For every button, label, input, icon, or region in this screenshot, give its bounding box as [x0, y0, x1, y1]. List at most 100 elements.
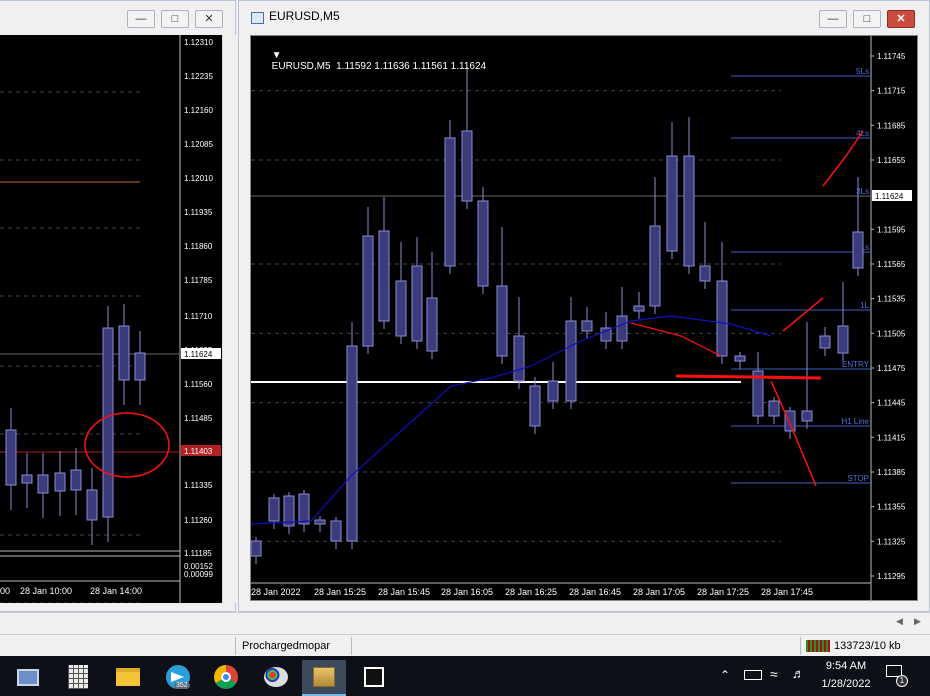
taskbar-metatrader-button[interactable]: [302, 660, 346, 694]
candle-body: [268, 497, 280, 522]
eurusd-chart-canvas[interactable]: 1.11745 1.11715 1.11685 1.11655 1.11595 1.115…: [250, 35, 918, 602]
chart-window-icon: [251, 12, 264, 24]
candle-body: [768, 400, 780, 417]
time-tick-label: 28 Jan 10:00: [20, 586, 72, 596]
telegram-paper-plane-icon: [171, 672, 184, 682]
candle-body: [102, 327, 114, 518]
minimize-button[interactable]: —: [127, 10, 155, 28]
status-divider: [351, 637, 352, 655]
candle-body: [819, 335, 831, 349]
left-vertical-scrollbar[interactable]: [222, 35, 236, 603]
price-tick-label: 1.11505: [877, 329, 906, 338]
taskbar-sticky-notes-button[interactable]: [352, 660, 396, 694]
clock-time[interactable]: 9:54 AM: [818, 660, 874, 672]
taskbar-calculator-button[interactable]: [56, 660, 100, 694]
eurusd-chart-svg: 1.11745 1.11715 1.11685 1.11655 1.11595 1.115…: [251, 36, 912, 602]
taskbar-explorer-button[interactable]: [106, 660, 150, 694]
indicator-value-label: 0.00099: [184, 570, 213, 579]
candle-body: [461, 130, 473, 202]
minimize-icon: —: [135, 13, 147, 25]
chart-menu-triangle-icon[interactable]: ▼: [272, 50, 282, 61]
time-tick-label: 28 Jan 17:25: [697, 587, 749, 597]
price-tick-label: 1.12010: [184, 174, 213, 183]
price-tick-label: 1.11935: [184, 208, 213, 217]
candle-body: [5, 429, 17, 486]
metatrader-icon: [313, 667, 335, 687]
candle-body: [513, 335, 525, 382]
folder-icon: [116, 668, 140, 686]
maximize-button[interactable]: □: [853, 10, 881, 28]
status-divider: [235, 637, 236, 655]
price-tick-label: 1.11745: [877, 52, 906, 61]
scroll-right-arrow-icon[interactable]: ▶: [914, 616, 921, 627]
minimize-icon: —: [827, 13, 839, 25]
price-tick-label: 1.11355: [877, 503, 906, 512]
minimize-button[interactable]: —: [819, 10, 847, 28]
candle-body: [330, 520, 342, 542]
price-tick-label: 1.11565: [877, 260, 906, 269]
time-tick-label: 28 Jan 2022: [251, 587, 301, 597]
price-tick-label: 1.11185: [184, 549, 212, 558]
candle-body: [118, 325, 130, 381]
chrome-icon: [214, 665, 238, 689]
red-price-label: 1.11403: [184, 447, 213, 456]
level-label: 5Ls: [856, 67, 869, 76]
close-button[interactable]: ✕: [195, 10, 223, 28]
price-tick-label: 1.11260: [184, 516, 213, 525]
level-label: ENTRY: [842, 360, 870, 369]
time-tick-label: 28 Jan 16:25: [505, 587, 557, 597]
calculator-icon: [68, 665, 88, 689]
maximize-button[interactable]: □: [161, 10, 189, 28]
battery-icon[interactable]: [744, 670, 762, 680]
target-arrow-annotation: [782, 297, 824, 332]
candle-body: [581, 320, 593, 332]
chart-header: ▼ EURUSD,M5 1.11592 1.11636 1.11561 1.11…: [255, 39, 486, 83]
paint-icon: [264, 667, 288, 687]
taskbar-paint-button[interactable]: [254, 660, 298, 694]
candle-body: [426, 297, 438, 352]
moving-average-line: [251, 315, 772, 525]
level-label: 1L: [860, 301, 869, 310]
price-tick-label: 1.11685: [877, 121, 906, 130]
price-tick-label: 1.11295: [877, 572, 906, 581]
candle-body: [378, 230, 390, 322]
close-icon: ✕: [204, 13, 214, 25]
price-tick-label: 1.11475: [877, 364, 906, 373]
price-tick-label: 1.11385: [877, 468, 906, 477]
taskbar-chrome-button[interactable]: [204, 660, 248, 694]
candle-body: [852, 231, 864, 269]
candle-body: [649, 225, 661, 307]
left-chart-canvas[interactable]: 1.12310 1.12235 1.12160 1.12085 1.12010 1.119…: [0, 35, 222, 603]
scroll-left-arrow-icon[interactable]: ◀: [896, 616, 903, 627]
right-window-titlebar[interactable]: EURUSD,M5 — □ ✕: [239, 1, 929, 31]
price-tick-label: 1.12085: [184, 140, 213, 149]
candle-body: [666, 155, 678, 252]
left-window-titlebar[interactable]: — □ ✕: [0, 1, 235, 31]
left-chart-svg: 1.12310 1.12235 1.12160 1.12085 1.12010 1.119…: [0, 35, 221, 603]
taskbar-telegram-button[interactable]: 352: [156, 660, 200, 694]
close-button[interactable]: ✕: [887, 10, 915, 28]
wifi-icon[interactable]: ≈: [770, 666, 778, 682]
level-arrow-annotation: [822, 130, 864, 187]
candle-body: [362, 235, 374, 347]
price-tick-label: 1.11335: [184, 481, 213, 490]
time-tick-label: 28 Jan 16:05: [441, 587, 493, 597]
tabs-strip: ◀ ▶: [0, 612, 930, 634]
time-tick-label: 28 Jan 15:45: [378, 587, 430, 597]
candle-body: [346, 345, 358, 542]
candle-body: [683, 155, 695, 267]
show-hidden-icons-chevron-icon[interactable]: ⌃: [720, 668, 730, 682]
volume-icon[interactable]: ♬: [792, 666, 805, 681]
candle-body: [565, 320, 577, 402]
candle-body: [21, 474, 33, 484]
current-price-label: 1.11624: [875, 192, 904, 201]
action-center-button[interactable]: 1: [886, 665, 908, 687]
clock-date[interactable]: 1/28/2022: [814, 678, 878, 690]
sticky-notes-icon: [364, 667, 384, 687]
taskbar-computer-button[interactable]: [6, 660, 50, 694]
price-tick-label: 1.11325: [877, 537, 906, 546]
status-divider: [800, 637, 801, 655]
candle-body: [134, 352, 146, 381]
circle-annotation: [84, 412, 170, 478]
stop-arrow-annotation: [770, 380, 817, 487]
